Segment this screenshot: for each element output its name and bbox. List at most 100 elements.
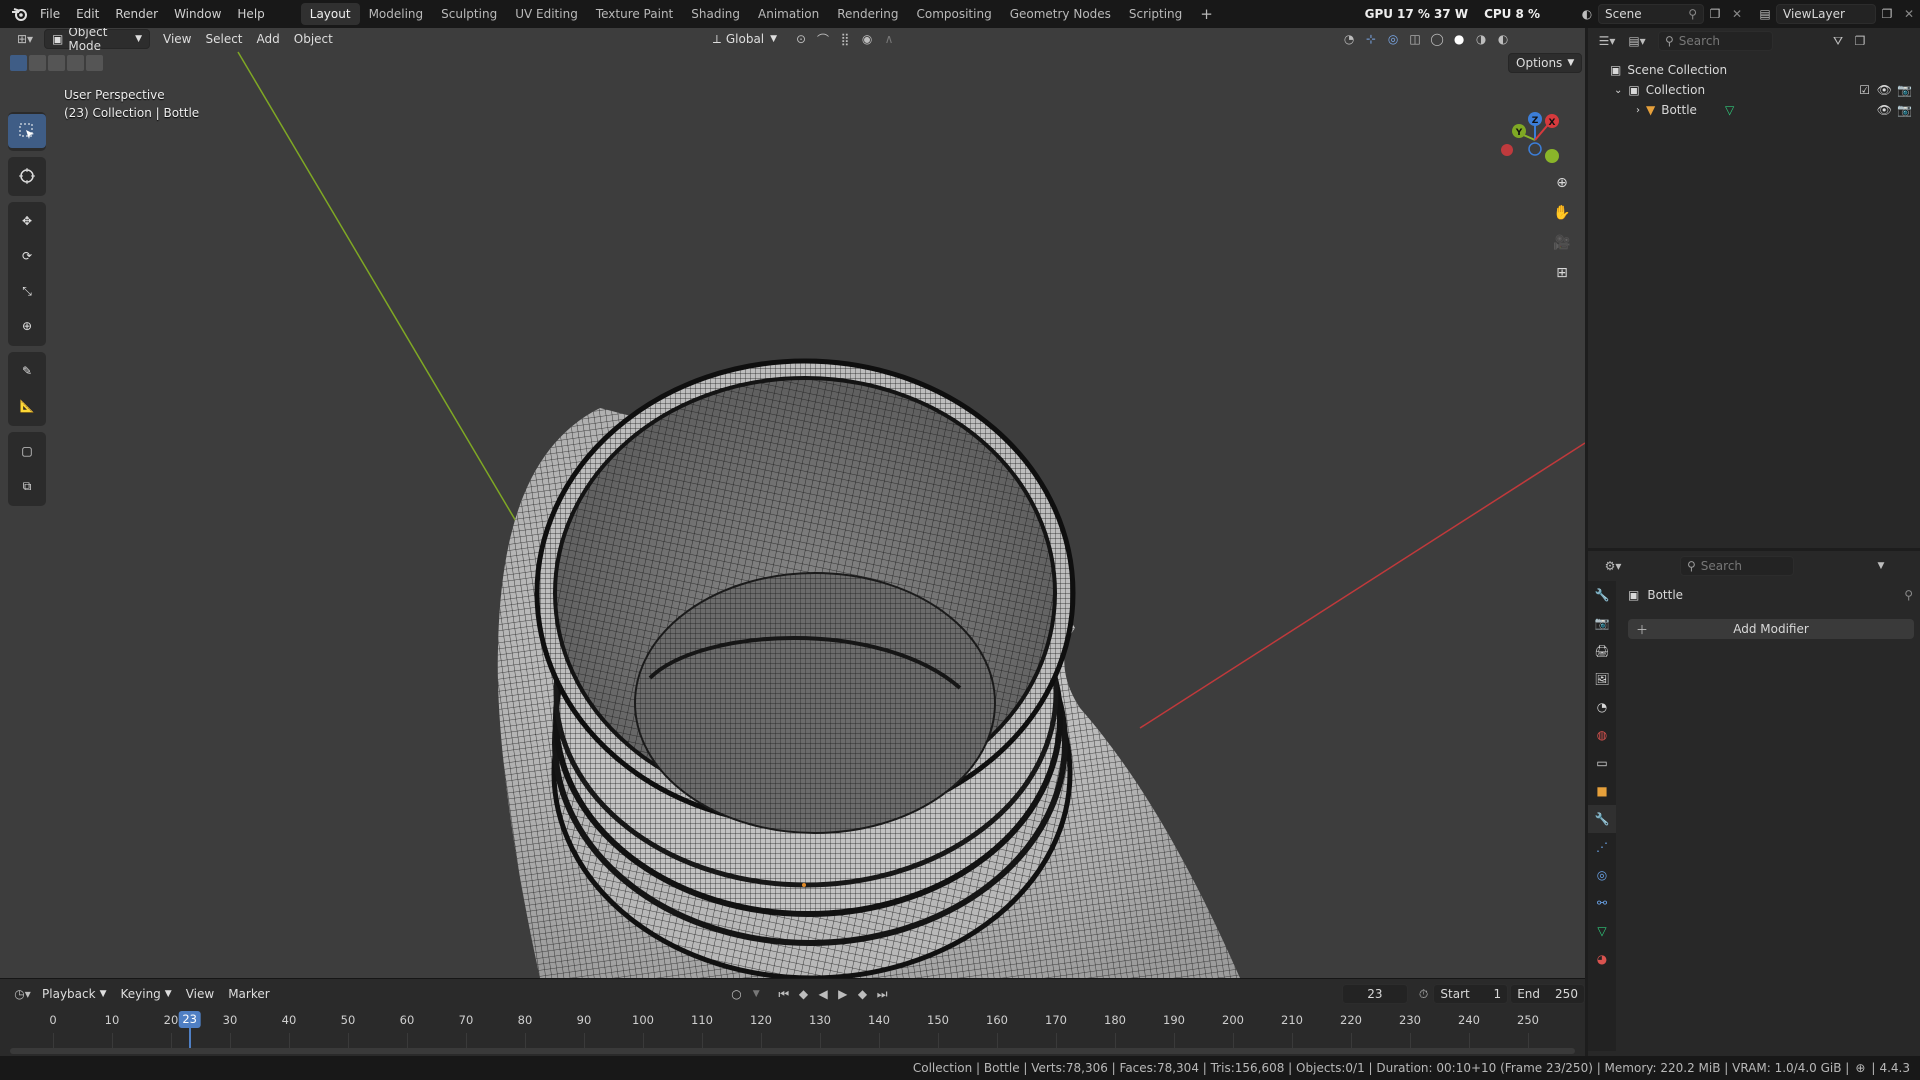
rotate-tool[interactable]: ⟳ [8,239,46,273]
menu-add[interactable]: Add [250,29,287,49]
camera-icon[interactable]: 📷 [1897,83,1912,97]
frame-ruler[interactable]: 0 10 20 30 40 50 60 70 80 90 100 110 120 130 140 150 160… [8,1009,1578,1051]
blender-logo-icon[interactable] [6,0,32,28]
add-cube-tool[interactable]: ▢ [8,434,46,468]
select-subtract-icon[interactable] [48,55,65,71]
delete-view-layer-icon[interactable]: ✕ [1898,4,1920,24]
scene-selector[interactable]: Scene ⚲ [1598,4,1704,24]
outliner-editor-type-icon[interactable]: ☰▾ [1592,31,1622,51]
menu-render[interactable]: Render [107,0,166,28]
menu-keying[interactable]: Keying ▼ [113,984,178,1004]
tab-modeling[interactable]: Modeling [360,3,433,25]
add-primitive-tool[interactable]: ⧉ [8,469,46,503]
output-tab-icon[interactable]: 🖨 [1588,637,1616,665]
next-keyframe-icon[interactable]: ◆ [853,984,873,1004]
filter-icon[interactable]: ⛛ [1827,31,1849,51]
menu-object[interactable]: Object [287,29,340,49]
constraints-tab-icon[interactable]: ⚯ [1588,889,1616,917]
gizmo-icon[interactable]: ⊹ [1360,29,1382,49]
visibility-icon[interactable]: ◔ [1338,29,1360,49]
play-icon[interactable]: ▶ [833,984,853,1004]
chevron-down-icon[interactable]: ▼ [1870,556,1892,576]
view-layer-selector[interactable]: ViewLayer [1776,4,1876,24]
jump-start-icon[interactable]: ⏮ [774,984,794,1004]
menu-playback[interactable]: Playback ▼ [35,984,113,1004]
physics-tab-icon[interactable]: ◎ [1588,861,1616,889]
collection-tab-icon[interactable]: ▭ [1588,749,1616,777]
playhead-frame-badge[interactable]: 23 [178,1011,202,1028]
data-tab-icon[interactable]: ▽ [1588,917,1616,945]
new-view-layer-icon[interactable]: ❐ [1876,4,1898,24]
collapse-arrow-icon[interactable]: › [1636,105,1640,116]
gizmo-neg-x[interactable] [1501,144,1513,156]
tab-texture-paint[interactable]: Texture Paint [587,3,682,25]
select-invert-icon[interactable] [67,55,84,71]
measure-tool[interactable]: 📐 [8,389,46,423]
tab-layout[interactable]: Layout [300,3,360,25]
move-tool[interactable]: ✥ [8,204,46,238]
3d-viewport[interactable]: ⊞▾ ▣ Object Mode ▼ View Select Add Objec… [0,28,1585,978]
proportional-edit-icon[interactable]: ◉ [856,29,878,49]
camera-icon[interactable]: 📷 [1897,103,1912,117]
tab-rendering[interactable]: Rendering [828,3,907,25]
menu-select[interactable]: Select [198,29,249,49]
properties-editor-type-icon[interactable]: ⚙▾ [1598,556,1628,576]
current-frame-field[interactable]: 23 [1341,984,1408,1004]
viewport-canvas[interactable] [0,28,1585,978]
expand-arrow-icon[interactable]: ⌄ [1614,85,1622,96]
cursor-tool[interactable] [8,159,46,193]
tab-geometry-nodes[interactable]: Geometry Nodes [1001,3,1120,25]
select-intersect-icon[interactable] [86,55,103,71]
snap-target-icon[interactable]: ⣿ [834,29,856,49]
shading-material-icon[interactable]: ◑ [1470,29,1492,49]
navigation-gizmo[interactable]: Y Z X [1495,98,1575,178]
start-frame-field[interactable]: Start 1 [1433,984,1509,1004]
scene-tab-icon[interactable]: ◔ [1588,693,1616,721]
transform-tool[interactable]: ⊕ [8,309,46,343]
camera-view-icon[interactable]: 🎥 [1546,228,1578,258]
world-tab-icon[interactable]: ◍ [1588,721,1616,749]
eye-icon[interactable]: 👁 [1877,83,1892,97]
keying-chevron-icon[interactable]: ▼ [746,984,766,1004]
new-scene-icon[interactable]: ❐ [1704,4,1726,24]
mode-selector[interactable]: ▣ Object Mode ▼ [44,28,150,53]
stopwatch-icon[interactable]: ⏱ [1414,984,1434,1004]
pan-hand-icon[interactable]: ✋ [1546,198,1578,228]
menu-file[interactable]: File [32,0,68,28]
menu-view[interactable]: View [156,29,198,49]
outliner-row-collection[interactable]: ⌄ ▣ Collection ☑ 👁 📷 [1588,80,1920,100]
gizmo-neg-y[interactable] [1545,149,1559,163]
add-workspace-button[interactable]: + [1191,3,1222,25]
shading-wireframe-icon[interactable]: ◯ [1426,29,1448,49]
falloff-icon[interactable]: ∧ [878,29,900,49]
prev-keyframe-icon[interactable]: ◆ [794,984,814,1004]
jump-end-icon[interactable]: ⏭ [872,984,892,1004]
tab-animation[interactable]: Animation [749,3,828,25]
play-reverse-icon[interactable]: ◀ [813,984,833,1004]
modifier-tab-icon[interactable]: 🔧 [1588,805,1616,833]
menu-edit[interactable]: Edit [68,0,107,28]
tab-shading[interactable]: Shading [682,3,749,25]
view-layer-icon[interactable]: ▤ [1754,4,1776,24]
view-layer-tab-icon[interactable]: 🖼 [1588,665,1616,693]
snap-icon[interactable]: ⌒ [812,29,834,49]
transform-orientation-selector[interactable]: ⟂ Global ▼ [706,29,784,49]
select-new-icon[interactable] [10,55,27,71]
menu-help[interactable]: Help [229,0,272,28]
tool-tab-icon[interactable]: 🔧 [1588,581,1616,609]
menu-window[interactable]: Window [166,0,229,28]
add-modifier-button[interactable]: ＋ Add Modifier [1628,619,1914,639]
menu-timeline-view[interactable]: View [179,984,221,1004]
editor-type-icon[interactable]: ⊞▾ [10,29,40,49]
menu-marker[interactable]: Marker [221,984,276,1004]
xray-icon[interactable]: ◫ [1404,29,1426,49]
zoom-icon[interactable]: ⊕ [1546,168,1578,198]
scale-tool[interactable]: ⤡ [8,274,46,308]
checkbox-icon[interactable]: ☑ [1859,83,1870,97]
eye-icon[interactable]: 👁 [1877,103,1892,117]
outliner-row-scene-collection[interactable]: ▣ Scene Collection [1588,60,1920,80]
outliner-row-bottle[interactable]: › ▼ Bottle ▽ 👁 📷 [1588,100,1920,120]
gizmo-neg-z[interactable] [1528,142,1542,156]
timeline-scrollbar[interactable] [10,1048,1575,1054]
shading-rendered-icon[interactable]: ◐ [1492,29,1514,49]
